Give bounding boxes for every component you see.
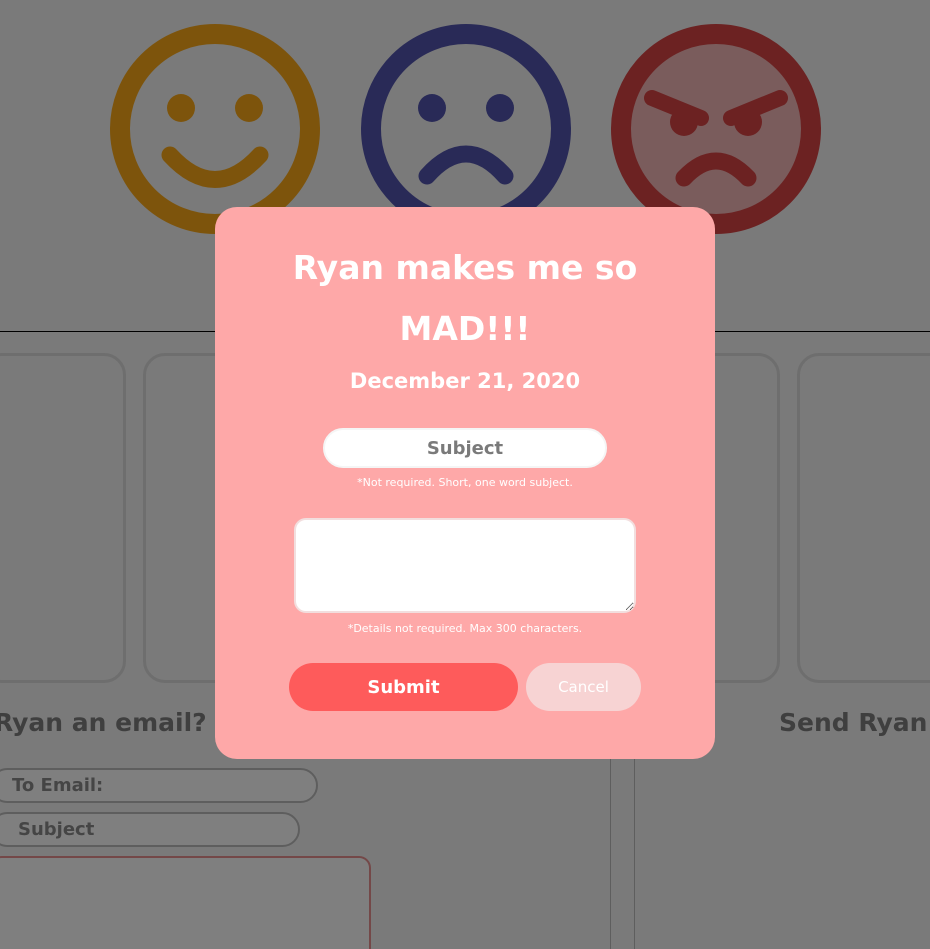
mood-entry-modal: Ryan makes me so MAD!!! December 21, 202…: [215, 207, 715, 759]
modal-title: Ryan makes me so MAD!!!: [292, 248, 638, 348]
submit-button[interactable]: Submit: [289, 663, 518, 711]
cancel-button[interactable]: Cancel: [526, 663, 641, 711]
subject-input[interactable]: [323, 428, 607, 468]
details-input[interactable]: [294, 518, 636, 613]
entry-date: December 21, 2020: [349, 369, 581, 393]
subject-hint: *Not required. Short, one word subject.: [357, 476, 573, 489]
details-hint: *Details not required. Max 300 character…: [347, 622, 583, 635]
